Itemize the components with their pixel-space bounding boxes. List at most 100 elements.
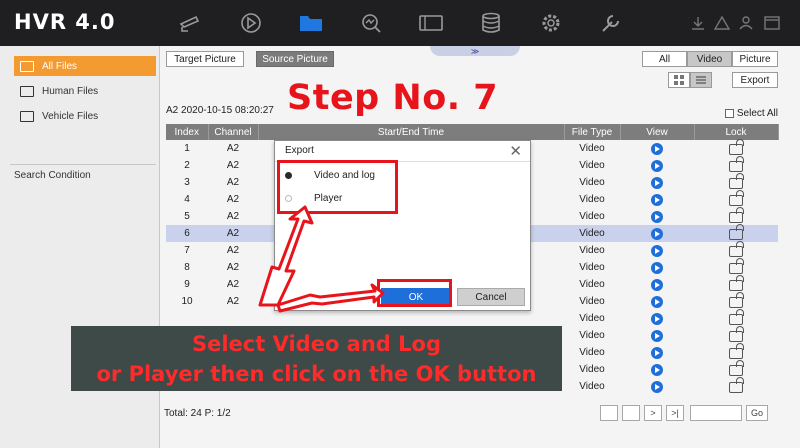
- play-icon[interactable]: [651, 210, 663, 223]
- cancel-button[interactable]: Cancel: [457, 288, 525, 306]
- column-header-time[interactable]: Start/End Time: [258, 124, 565, 140]
- play-icon[interactable]: [651, 346, 663, 359]
- display-icon[interactable]: [416, 10, 446, 36]
- play-icon[interactable]: [651, 159, 663, 172]
- cell-type: Video: [579, 313, 605, 324]
- download-icon[interactable]: [690, 16, 706, 30]
- cell-lock: [694, 156, 778, 174]
- camera-icon[interactable]: [176, 10, 206, 36]
- play-icon[interactable]: [651, 193, 663, 206]
- unlock-icon[interactable]: [729, 275, 744, 291]
- cell-index: 2: [184, 160, 190, 171]
- last-page-button[interactable]: >|: [666, 405, 684, 421]
- sidebar-item-label: All Files: [42, 60, 78, 72]
- instruction-line-2: or Player then click on the OK button: [96, 362, 537, 386]
- settings-gear-icon[interactable]: [536, 10, 566, 36]
- cell-lock: [694, 139, 778, 157]
- play-icon[interactable]: [651, 312, 663, 325]
- sidebar-item-human-files[interactable]: Human Files: [14, 81, 156, 101]
- unlock-icon[interactable]: [729, 258, 744, 274]
- storage-icon[interactable]: [476, 10, 506, 36]
- cell-lock: [694, 275, 778, 293]
- play-icon[interactable]: [651, 329, 663, 342]
- wrench-icon[interactable]: [596, 10, 626, 36]
- unlock-icon[interactable]: [729, 224, 744, 240]
- collapse-toggle[interactable]: ≫: [430, 46, 520, 56]
- play-icon[interactable]: [651, 261, 663, 274]
- unlock-icon[interactable]: [729, 156, 744, 172]
- column-header-index[interactable]: Index: [166, 124, 209, 140]
- cell-type: Video: [579, 381, 605, 392]
- filter-all-button[interactable]: All: [642, 51, 687, 67]
- unlock-icon[interactable]: [729, 190, 744, 206]
- unlock-icon[interactable]: [729, 309, 744, 325]
- unlock-icon[interactable]: [729, 343, 744, 359]
- window-icon[interactable]: [764, 16, 780, 30]
- dialog-title: Export: [285, 145, 314, 156]
- sidebar-item-vehicle-files[interactable]: Vehicle Files: [14, 106, 156, 126]
- alert-icon[interactable]: [714, 16, 730, 30]
- play-icon[interactable]: [651, 227, 663, 240]
- play-icon[interactable]: [651, 278, 663, 291]
- first-page-button[interactable]: [622, 405, 640, 421]
- table-header: Index Channel Start/End Time File Type V…: [166, 124, 779, 140]
- cell-index: 7: [184, 245, 190, 256]
- user-icon[interactable]: [738, 16, 754, 30]
- play-icon[interactable]: [651, 380, 663, 393]
- select-all-checkbox[interactable]: Select All: [724, 108, 778, 119]
- unlock-icon[interactable]: [729, 139, 744, 155]
- cell-view: [620, 242, 694, 259]
- app-logo: HVR 4.0: [14, 10, 116, 34]
- source-picture-button[interactable]: Source Picture: [256, 51, 334, 67]
- search-condition-header[interactable]: Search Condition: [14, 170, 91, 181]
- cell-type: Video: [579, 160, 605, 171]
- unlock-icon[interactable]: [729, 377, 744, 393]
- cell-channel: A2: [226, 143, 240, 154]
- folder-icon[interactable]: [296, 10, 326, 36]
- play-icon[interactable]: [651, 295, 663, 308]
- play-icon[interactable]: [651, 176, 663, 189]
- cell-type: Video: [579, 279, 605, 290]
- column-header-lock[interactable]: Lock: [694, 124, 779, 140]
- cell-index: 3: [184, 177, 190, 188]
- play-icon[interactable]: [651, 244, 663, 257]
- cell-lock: [694, 241, 778, 259]
- close-icon[interactable]: ✕: [509, 142, 522, 160]
- unlock-icon[interactable]: [729, 292, 744, 308]
- play-icon[interactable]: [651, 142, 663, 155]
- page-number-input[interactable]: [690, 405, 742, 421]
- cell-lock: [694, 377, 778, 395]
- annotation-arrow-icon: [258, 205, 385, 313]
- filter-picture-button[interactable]: Picture: [732, 51, 778, 67]
- list-view-icon[interactable]: [690, 72, 712, 88]
- cell-view: [620, 378, 694, 395]
- select-all-label: Select All: [736, 108, 778, 119]
- column-header-view[interactable]: View: [620, 124, 695, 140]
- cell-view: [620, 344, 694, 361]
- grid-view-icon[interactable]: [668, 72, 690, 88]
- playback-icon[interactable]: [236, 10, 266, 36]
- unlock-icon[interactable]: [729, 173, 744, 189]
- play-icon[interactable]: [651, 363, 663, 376]
- checkbox-box[interactable]: [724, 109, 734, 118]
- column-header-channel[interactable]: Channel: [208, 124, 259, 140]
- column-header-type[interactable]: File Type: [564, 124, 621, 140]
- next-page-button[interactable]: >: [644, 405, 662, 421]
- target-picture-button[interactable]: Target Picture: [166, 51, 244, 67]
- unlock-icon[interactable]: [729, 326, 744, 342]
- cell-view: [620, 259, 694, 276]
- cell-type: Video: [579, 364, 605, 375]
- cell-channel: A2: [226, 160, 240, 171]
- filter-video-button[interactable]: Video: [687, 51, 732, 67]
- sidebar-item-all-files[interactable]: All Files: [14, 56, 156, 76]
- search-analytics-icon[interactable]: [356, 10, 386, 36]
- prev-page-button[interactable]: [600, 405, 618, 421]
- unlock-icon[interactable]: [729, 241, 744, 257]
- export-button[interactable]: Export: [732, 72, 778, 88]
- go-button[interactable]: Go: [746, 405, 768, 421]
- human-files-icon: [20, 85, 34, 97]
- cell-type: Video: [579, 296, 605, 307]
- cell-lock: [694, 173, 778, 191]
- unlock-icon[interactable]: [729, 207, 744, 223]
- unlock-icon[interactable]: [729, 360, 744, 376]
